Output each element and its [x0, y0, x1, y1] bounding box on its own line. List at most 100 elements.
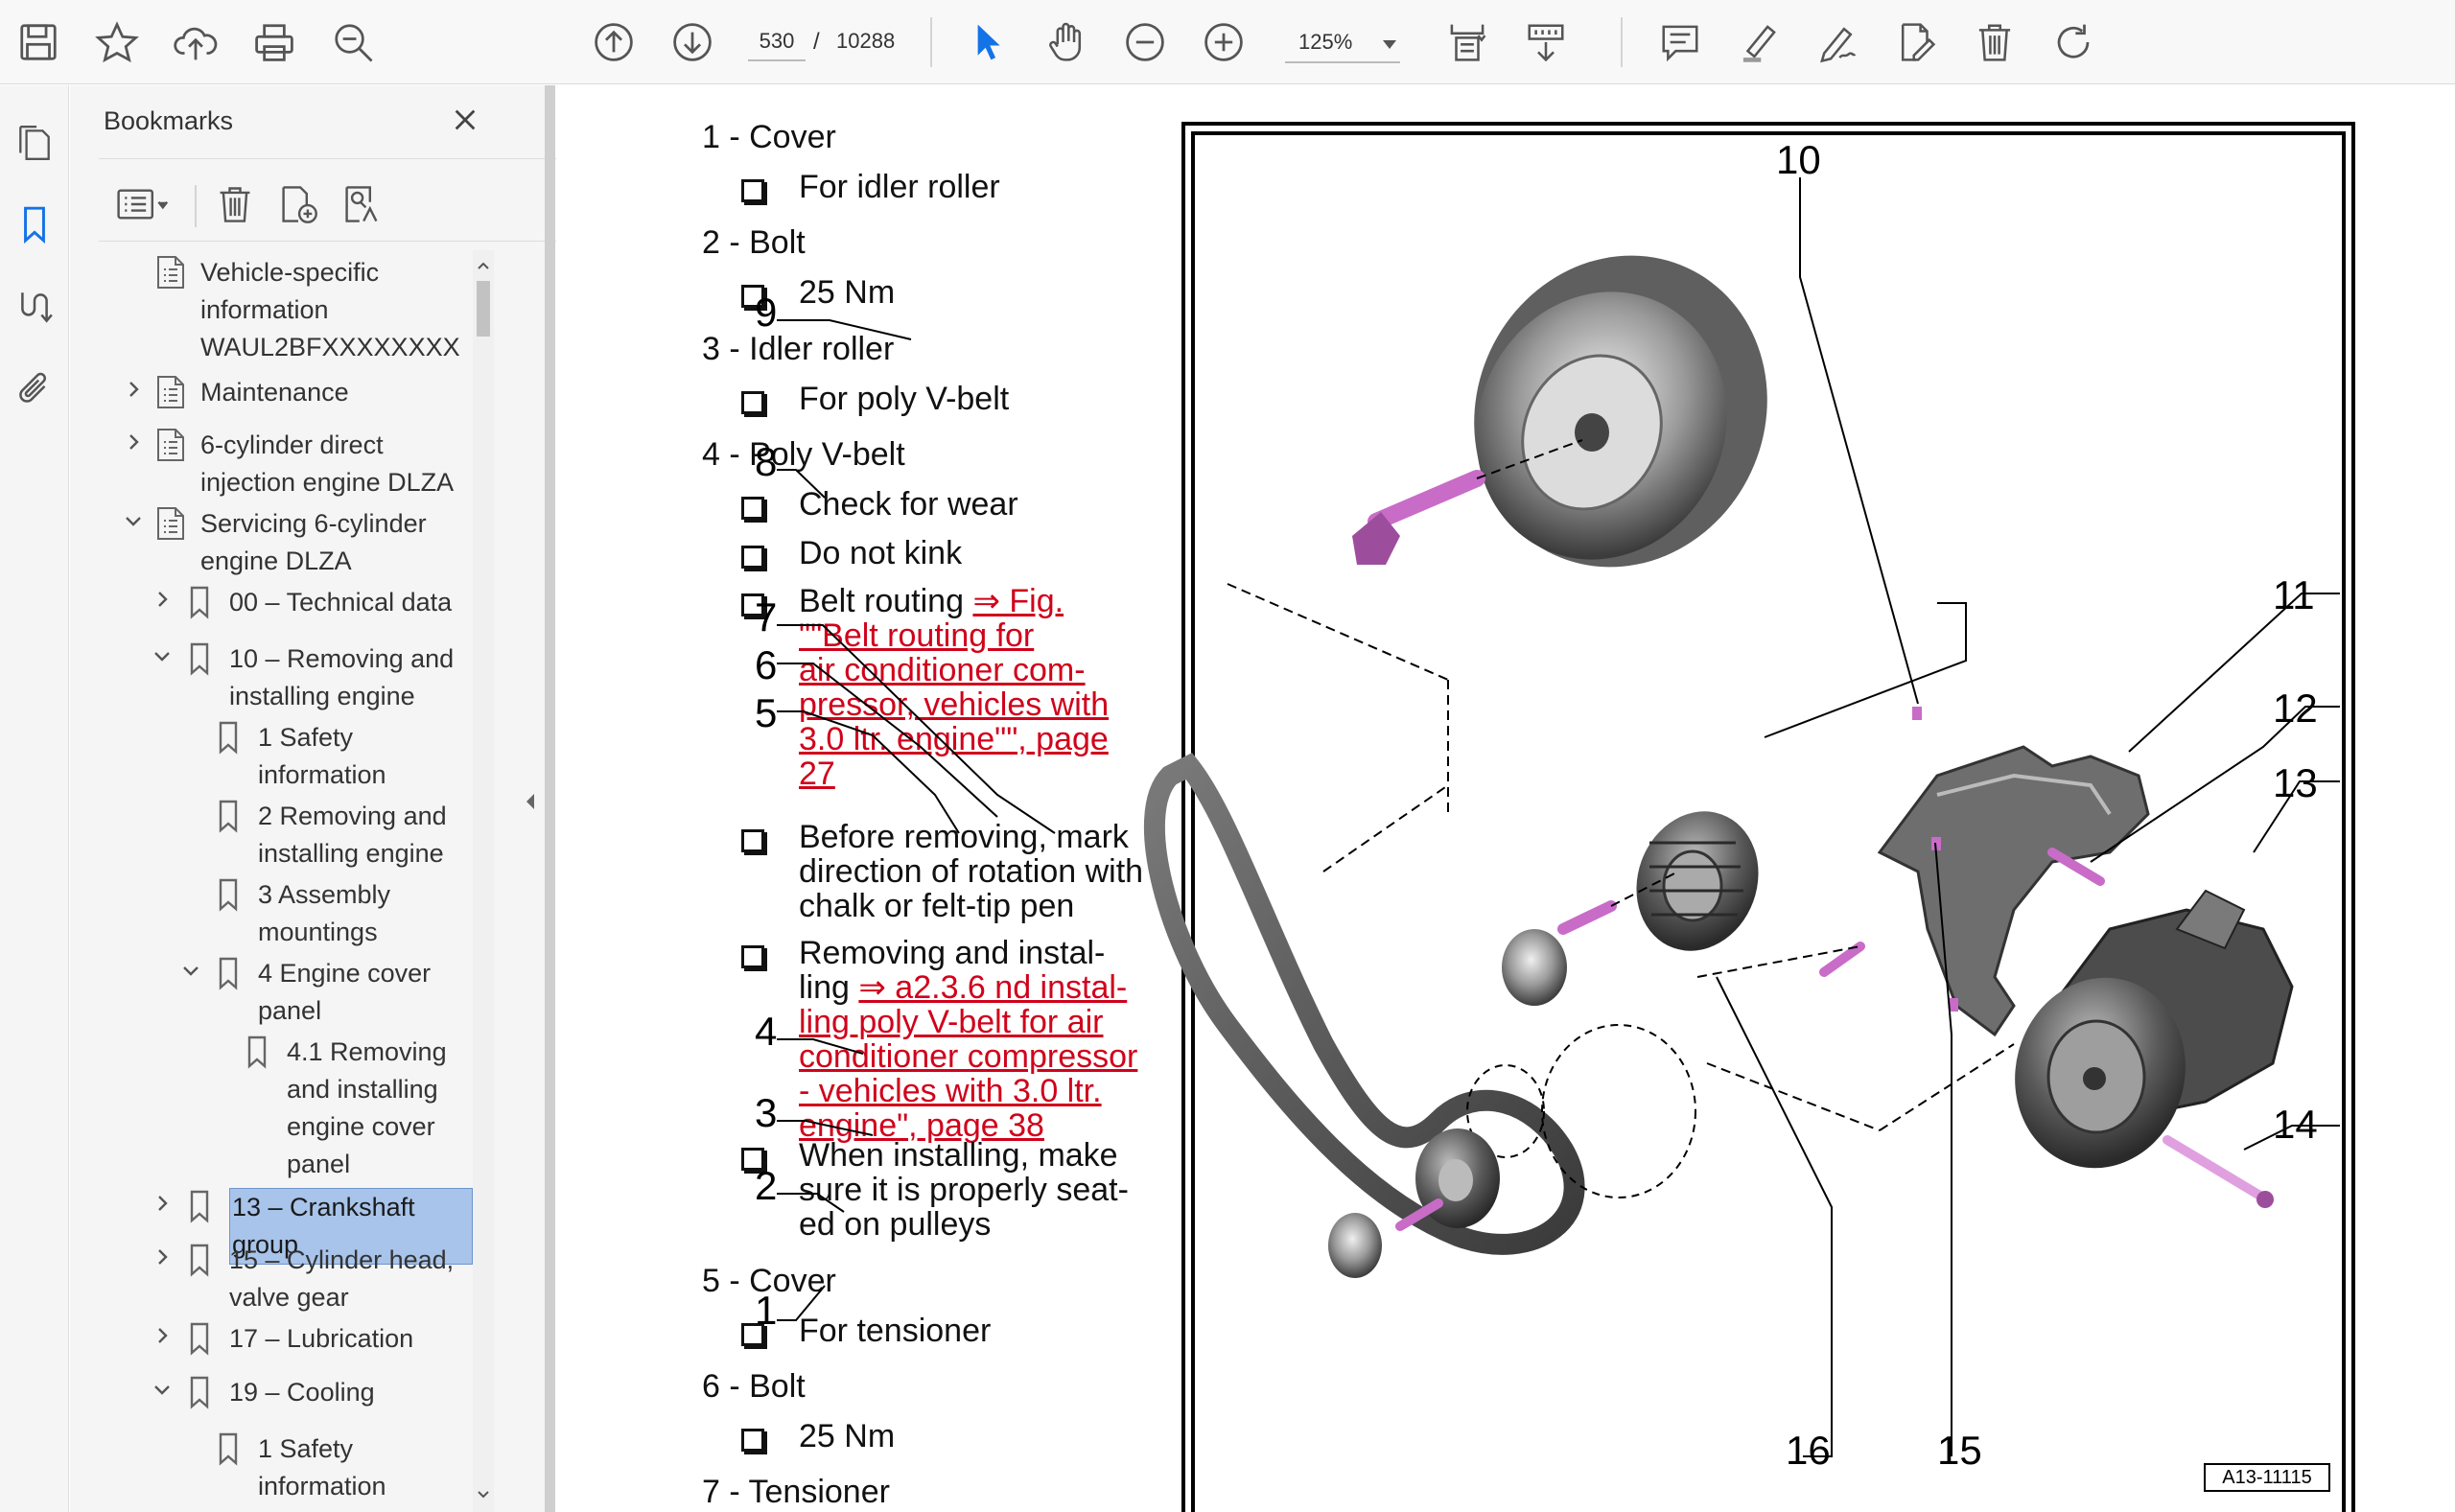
- chevron-right-icon[interactable]: [149, 1190, 175, 1217]
- cloud-upload-icon[interactable]: [165, 12, 226, 73]
- panel-splitter[interactable]: [545, 85, 555, 1512]
- chevron-down-icon[interactable]: [177, 957, 204, 984]
- callout-2: 2: [755, 1163, 778, 1208]
- zoom-level-select[interactable]: 125%: [1285, 23, 1400, 63]
- zoom-level-value: 125%: [1298, 30, 1353, 54]
- callout-1: 1: [755, 1288, 778, 1333]
- page-fit-icon[interactable]: [1437, 12, 1498, 73]
- save-icon[interactable]: [8, 12, 69, 73]
- bookmark-label: 10 – Removing and installing engine: [229, 644, 455, 711]
- bookmark-label: 3 Assembly mountings: [258, 880, 391, 947]
- bookmark-label: 1 Safety information: [258, 723, 386, 790]
- current-page-input[interactable]: 530: [748, 23, 806, 61]
- bookmark-label: 6-cylinder direct injection engine DLZA: [200, 430, 455, 498]
- collapse-panel-icon[interactable]: [518, 784, 543, 819]
- find-bookmark-icon[interactable]: [335, 177, 388, 231]
- bookmark-icon: [212, 876, 245, 913]
- main-toolbar: 530 / 10288 125%: [0, 0, 2455, 84]
- chevron-right-icon[interactable]: [120, 429, 147, 455]
- page-separator: /: [813, 29, 820, 55]
- bookmark-icon: [212, 955, 245, 991]
- print-icon[interactable]: [244, 12, 305, 73]
- chevron-down-icon[interactable]: [120, 507, 147, 534]
- panel-divider: [99, 158, 559, 159]
- callout-6: 6: [755, 642, 778, 687]
- document-page: 1 - Cover For idler roller 2 - Bolt 25 Nm 3 …: [556, 85, 2455, 1512]
- scroll-mode-icon[interactable]: [1515, 12, 1577, 73]
- chevron-right-icon[interactable]: [120, 376, 147, 403]
- bookmark-icon: [183, 1188, 216, 1224]
- attachment-icon[interactable]: [8, 361, 61, 415]
- tensioner-bolt: [1557, 900, 1617, 935]
- edit-text-icon[interactable]: [1885, 12, 1947, 73]
- bookmark-label: Maintenance: [200, 377, 349, 407]
- delete-bookmark-icon[interactable]: [208, 177, 262, 231]
- zoom-in-icon[interactable]: [1193, 12, 1254, 73]
- page-thumbnails-icon[interactable]: [8, 116, 61, 170]
- bookmark-tree: Vehicle-specific information WAUL2BFXXXX…: [70, 250, 473, 1512]
- bookmark-icon: [183, 584, 216, 620]
- zoom-search-icon[interactable]: [322, 12, 384, 73]
- select-cursor-icon[interactable]: [957, 12, 1018, 73]
- link-hook-icon[interactable]: [8, 280, 61, 334]
- chevron-down-icon[interactable]: [149, 1376, 175, 1403]
- next-page-icon[interactable]: [662, 12, 723, 73]
- bookmark-label: 4.1 Removing and installing engine cover…: [287, 1037, 447, 1179]
- callout-16: 16: [1786, 1428, 1831, 1473]
- crankshaft-pulley: [1474, 255, 1767, 568]
- bookmark-label: 15 – Cylinder head, valve gear: [229, 1244, 455, 1312]
- document-tree-icon: [154, 374, 187, 410]
- bookmark-icon[interactable]: [8, 198, 61, 251]
- scroll-up-icon[interactable]: [477, 256, 490, 275]
- panel-divider: [99, 241, 559, 242]
- callout-12: 12: [2273, 686, 2318, 731]
- bookmark-label: 17 – Lubrication: [229, 1323, 414, 1353]
- bookmark-icon: [212, 719, 245, 756]
- ac-compressor: [2015, 889, 2294, 1169]
- chevron-right-icon[interactable]: [149, 1244, 175, 1270]
- bookmark-icon: [183, 640, 216, 677]
- callout-7: 7: [755, 594, 778, 640]
- chevron-right-icon[interactable]: [149, 1322, 175, 1349]
- callout-8: 8: [755, 439, 778, 484]
- callout-3: 3: [755, 1090, 778, 1135]
- bookmark-icon: [241, 1034, 273, 1070]
- close-icon[interactable]: [444, 99, 486, 141]
- chevron-right-icon[interactable]: [149, 586, 175, 613]
- star-icon[interactable]: [86, 12, 148, 73]
- bookmark-options-icon[interactable]: [108, 177, 179, 231]
- callout-10: 10: [1776, 137, 1821, 182]
- bookmark-label: 1 Safety information: [258, 1433, 386, 1500]
- bracket-pin: [1912, 707, 1922, 720]
- highlight-pen-icon[interactable]: [1728, 12, 1789, 73]
- bookmark-label: 00 – Technical data: [229, 588, 453, 617]
- scrollbar-thumb[interactable]: [477, 281, 490, 337]
- document-tree-icon: [154, 254, 187, 291]
- total-pages: 10288: [836, 29, 896, 53]
- toolbar-divider: [195, 185, 197, 227]
- bookmark-icon: [183, 1374, 216, 1410]
- document-tree-icon: [154, 427, 187, 463]
- bookmarks-panel: Bookmarks Vehicle-specific information W…: [70, 85, 559, 1512]
- panel-title: Bookmarks: [104, 106, 234, 135]
- previous-page-icon[interactable]: [583, 12, 644, 73]
- draw-sign-icon[interactable]: [1807, 12, 1868, 73]
- pulley-bolt: [1352, 470, 1485, 565]
- tree-scrollbar[interactable]: [473, 250, 494, 1512]
- callout-13: 13: [2273, 760, 2318, 805]
- zoom-out-icon[interactable]: [1114, 12, 1176, 73]
- hand-tool-icon[interactable]: [1036, 12, 1097, 73]
- document-tree-icon: [154, 505, 187, 542]
- chevron-down-icon[interactable]: [149, 642, 175, 669]
- idler-cover: [1328, 1213, 1382, 1278]
- new-bookmark-icon[interactable]: [271, 177, 325, 231]
- figure-id: A13-11115: [2204, 1463, 2330, 1492]
- compressor-bolt: [2163, 1135, 2268, 1202]
- bookmark-label: 2 Removing and installing engine: [258, 802, 447, 869]
- delete-icon[interactable]: [1964, 12, 2025, 73]
- bookmark-icon: [212, 1431, 245, 1467]
- redo-icon[interactable]: [2043, 12, 2104, 73]
- comment-icon[interactable]: [1649, 12, 1711, 73]
- bookmark-label: 19 – Cooling: [229, 1377, 375, 1407]
- scroll-down-icon[interactable]: [477, 1485, 490, 1504]
